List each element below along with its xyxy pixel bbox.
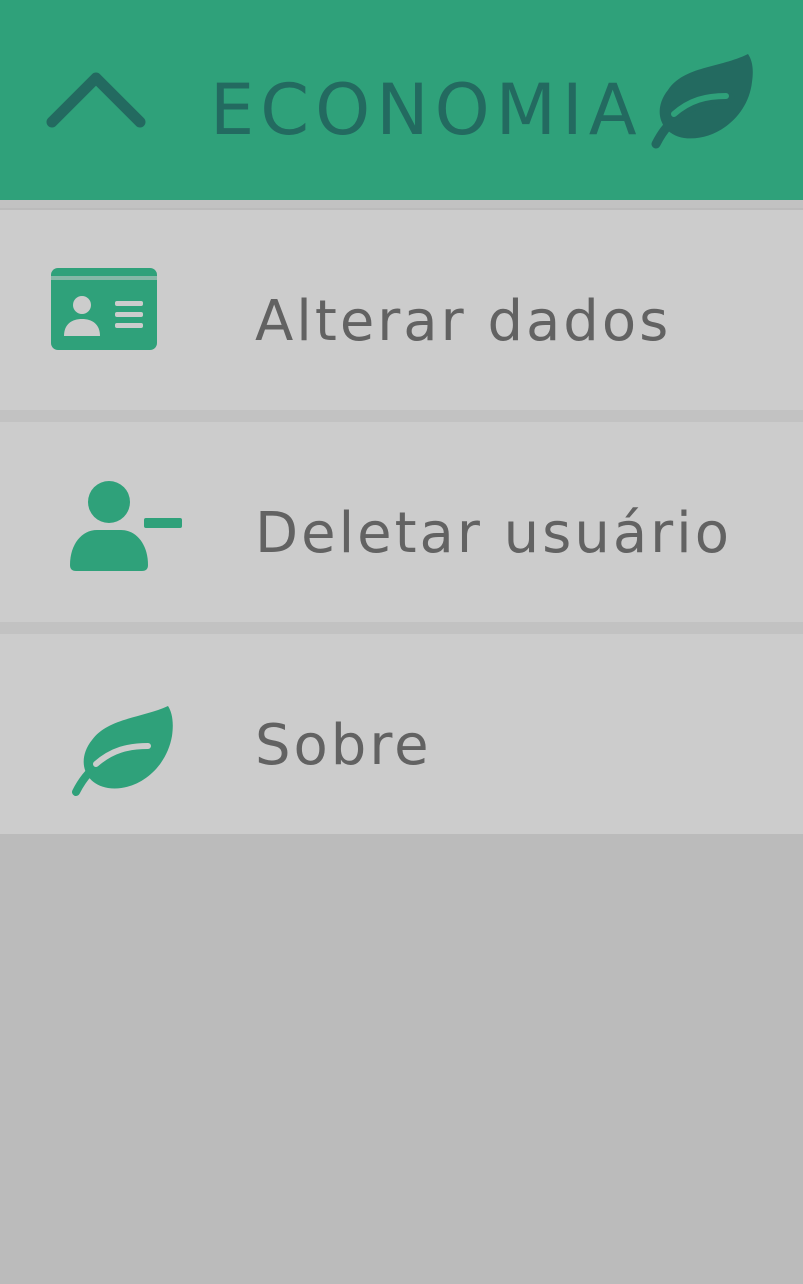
id-card-icon	[51, 268, 157, 350]
menu-divider	[0, 622, 803, 634]
menu-item-alterar-dados[interactable]: Alterar dados	[0, 210, 803, 410]
menu-item-deletar-usuario[interactable]: Deletar usuário	[0, 422, 803, 622]
empty-area	[0, 834, 803, 1284]
app-title: ECONOMIA	[210, 69, 643, 151]
menu-divider	[0, 410, 803, 422]
menu-item-label: Sobre	[255, 713, 432, 778]
app-header: ECONOMIA	[0, 0, 803, 200]
header-divider	[0, 200, 803, 208]
user-minus-icon	[70, 481, 182, 571]
collapse-menu-button[interactable]	[40, 62, 152, 138]
menu-item-label: Deletar usuário	[255, 501, 733, 566]
chevron-up-icon	[46, 72, 146, 128]
leaf-icon	[72, 706, 173, 796]
menu-item-label: Alterar dados	[255, 289, 672, 354]
app-root: ECONOMIA Alterar dados Deletar usuário S…	[0, 0, 803, 1284]
menu-item-sobre[interactable]: Sobre	[0, 634, 803, 834]
leaf-icon	[651, 54, 753, 149]
